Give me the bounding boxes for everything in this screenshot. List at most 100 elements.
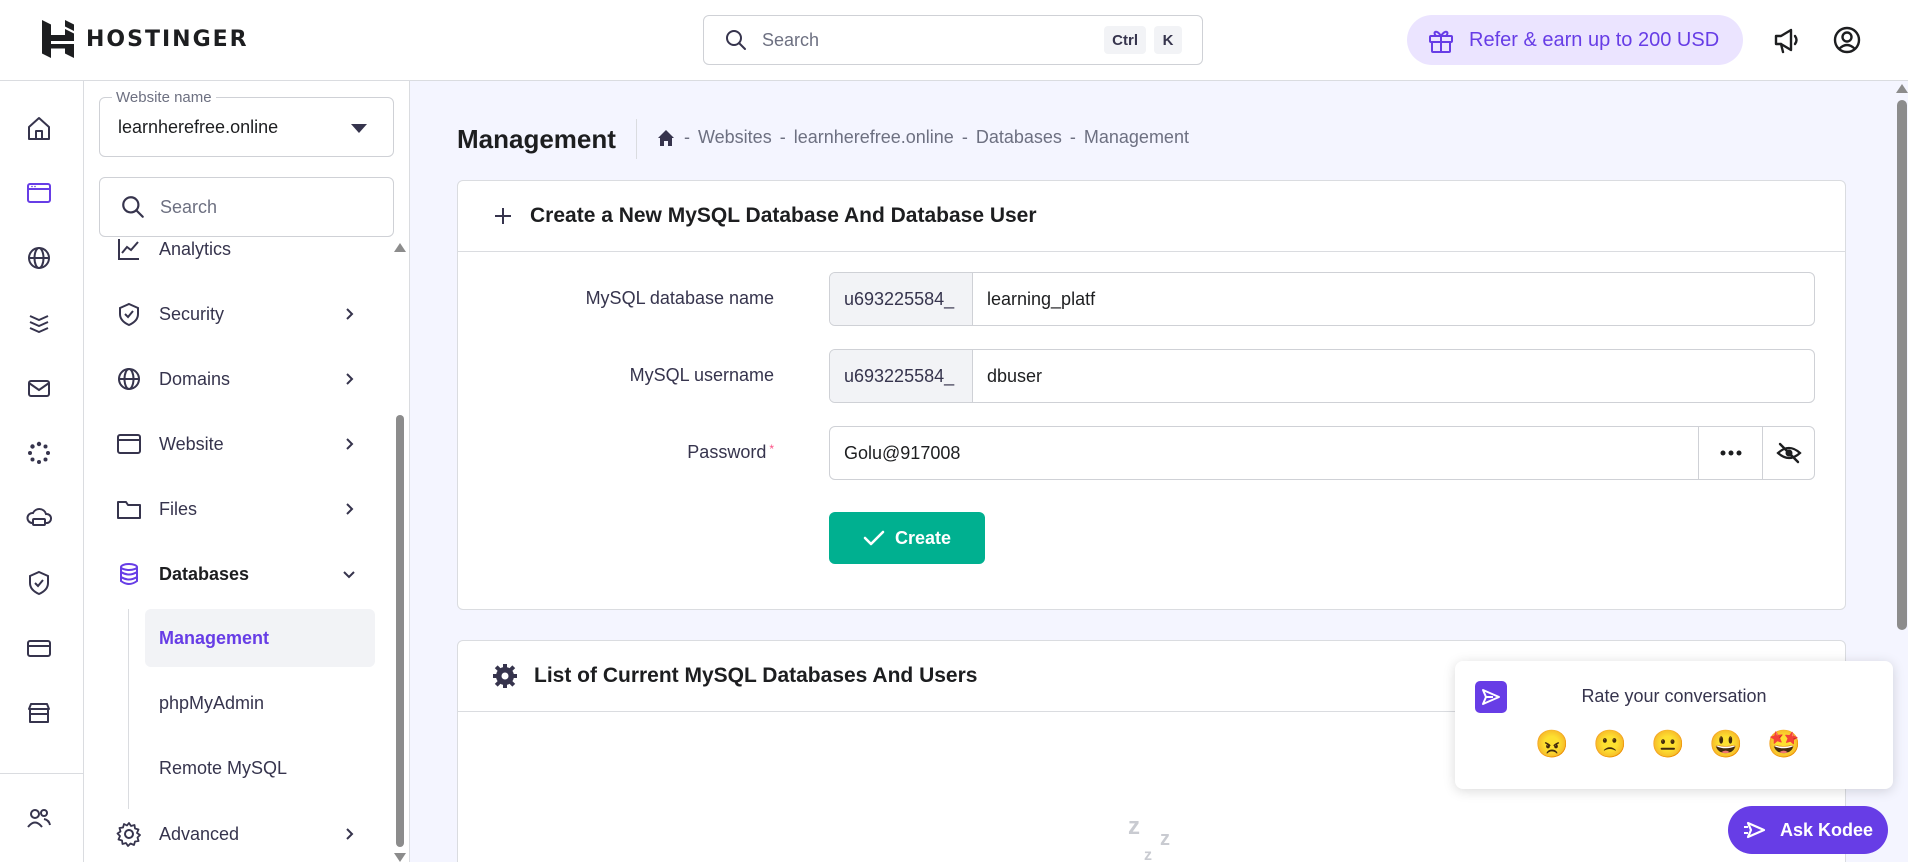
home-icon[interactable] [656,128,676,148]
sidebar-item-label: Domains [159,368,231,389]
sidebar-item-label: Advanced [159,823,240,844]
caret-down-icon [351,124,367,133]
rating-star-struck[interactable]: 🤩 [1767,729,1801,759]
toggle-password-visibility-button[interactable] [1762,427,1814,479]
breadcrumb-databases[interactable]: Databases [976,127,1062,148]
sidebar-item-analytics[interactable]: Analytics [84,224,394,274]
search-icon [122,196,144,218]
shortcut-key-k: K [1154,26,1182,54]
title-divider [636,119,637,159]
rating-neutral[interactable]: 😐 [1651,729,1685,759]
sidebar-item-files[interactable]: Files [84,484,394,534]
rail-divider [0,773,84,774]
username-input[interactable]: dbuser [973,350,1814,402]
sidebar-search-placeholder: Search [160,196,218,217]
ask-kodee-label: Ask Kodee [1780,819,1874,840]
breadcrumb-separator: - [779,127,786,147]
password-row: Password * Golu@917008 [458,426,1847,480]
shield-check-icon [119,302,139,327]
ask-kodee-button[interactable]: Ask Kodee [1728,806,1888,854]
folder-icon [117,501,141,519]
db-name-input[interactable]: learning_platf [973,273,1814,325]
breadcrumb-separator: - [1069,127,1076,147]
create-button[interactable]: Create [829,512,985,564]
rating-sad[interactable]: 🙁 [1593,729,1627,759]
users-icon[interactable] [24,803,54,833]
sidebar-scrollbar[interactable] [396,415,404,847]
chevron-right-icon [346,503,354,515]
chevron-right-icon [346,828,354,840]
sidebar-subitem-management[interactable]: Management [145,609,375,667]
left-rail [0,81,84,862]
home-icon[interactable] [24,113,54,143]
sidebar-scroll-up[interactable] [394,243,406,252]
password-input[interactable]: Golu@917008 [830,427,1698,479]
horizons-icon[interactable] [24,308,54,338]
generate-password-button[interactable] [1698,427,1762,479]
sidebar-item-label: Analytics [159,238,232,259]
sidebar-item-databases[interactable]: Databases [84,549,394,599]
breadcrumb-website[interactable]: learnherefree.online [794,127,954,148]
username-input-group: u693225584_ dbuser [829,349,1815,403]
sidebar-item-website[interactable]: Website [84,419,394,469]
db-name-label: MySQL database name [585,288,774,308]
hostinger-logo[interactable]: HOSTINGER [42,20,249,58]
password-label-text: Password [687,442,767,462]
required-mark: * [769,442,774,456]
create-button-label: Create [894,527,952,548]
empty-state-glyph: z [1144,847,1152,862]
sidebar-item-label: Files [159,498,198,519]
sidebar-item-advanced[interactable]: Advanced [84,809,394,859]
sidebar: Website name learnherefree.online Search… [84,81,410,862]
cloud-server-icon[interactable] [24,503,54,533]
hostinger-logo-icon [42,20,74,58]
store-icon[interactable] [24,698,54,728]
breadcrumb-current: Management [1083,127,1189,147]
sidebar-item-label: Website [159,433,224,454]
browser-icon [117,434,141,454]
db-name-prefix: u693225584_ [830,273,973,325]
loader-icon[interactable] [24,438,54,468]
megaphone-icon[interactable] [1771,24,1803,56]
gear-icon [116,822,141,847]
globe-icon[interactable] [24,243,54,273]
rating-angry[interactable]: 😠 [1535,729,1569,759]
main-scroll-up[interactable] [1896,84,1908,93]
sidebar-item-domains[interactable]: Domains [84,354,394,404]
global-search-input[interactable]: Search Ctrl K [703,15,1203,65]
sidebar-scroll-down[interactable] [394,853,406,862]
gear-icon [493,664,517,688]
submenu-guide-line [128,609,129,809]
sidebar-subitem-remote-mysql[interactable]: Remote MySQL [145,739,375,797]
plus-icon [495,208,511,224]
sidebar-subitem-phpmyadmin[interactable]: phpMyAdmin [145,674,375,732]
sidebar-item-label: Security [159,303,225,324]
username-row: MySQL username u693225584_ dbuser [458,349,1847,403]
chart-line-icon [118,239,139,260]
websites-icon[interactable] [24,178,54,208]
refer-earn-button[interactable]: Refer & earn up to 200 USD [1407,15,1743,65]
password-label: Password * [687,442,774,463]
password-input-group: Golu@917008 [829,426,1815,480]
breadcrumb: - Websites - learnherefree.online - Data… [656,127,1189,148]
breadcrumb-separator: - [961,127,968,147]
sidebar-item-label: Databases [159,563,250,584]
create-card-header[interactable]: Create a New MySQL Database And Database… [458,181,1845,252]
website-select-label: Website name [112,89,216,106]
brand-name: HOSTINGER [86,26,249,52]
sidebar-item-security[interactable]: Security [84,289,394,339]
username-label: MySQL username [629,365,774,385]
db-name-row: MySQL database name u693225584_ learning… [458,272,1847,326]
gift-icon [1429,30,1453,53]
account-icon[interactable] [1831,24,1863,56]
rating-happy[interactable]: 😃 [1709,729,1743,759]
top-bar: HOSTINGER Search Ctrl K Refer & earn up … [0,0,1908,81]
breadcrumb-websites[interactable]: Websites [698,127,772,148]
shield-icon[interactable] [24,568,54,598]
billing-card-icon[interactable] [24,633,54,663]
website-select[interactable]: Website name learnherefree.online [99,89,394,157]
main-scrollbar[interactable] [1897,100,1907,630]
globe-icon [118,368,140,390]
create-database-card: Create a New MySQL Database And Database… [457,180,1846,610]
mail-icon[interactable] [24,373,54,403]
